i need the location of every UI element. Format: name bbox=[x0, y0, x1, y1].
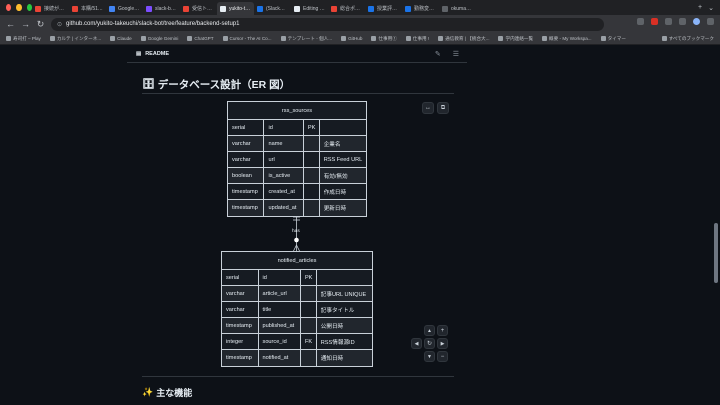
er-table-cell: varchar bbox=[228, 136, 265, 151]
er-table-row: varchar url RSS Feed URL bbox=[228, 152, 366, 168]
er-table-cell: serial bbox=[222, 270, 259, 285]
er-table-cell: timestamp bbox=[222, 350, 259, 366]
er-table-cell: 記事タイトル bbox=[320, 307, 355, 314]
er-table-cell bbox=[317, 270, 372, 285]
er-table-cell bbox=[304, 136, 320, 151]
pan-left-button[interactable]: ◀ bbox=[411, 338, 422, 349]
relation-label: has bbox=[292, 229, 300, 234]
er-table-cell: notified_at bbox=[259, 350, 301, 366]
er-table-cell bbox=[304, 184, 320, 199]
er-table-row: timestamp published_at 公開日時 bbox=[222, 318, 372, 334]
er-table-cell: varchar bbox=[222, 286, 259, 301]
er-table-cell: varchar bbox=[222, 302, 259, 317]
er-table-cell: 通知日時 bbox=[320, 356, 344, 362]
pan-up-button[interactable]: ▲ bbox=[424, 325, 435, 336]
er-table-row: integer source_id FK RSS情報源ID bbox=[222, 334, 372, 350]
er-table-cell: varchar bbox=[228, 152, 265, 167]
er-table-cell: source_id bbox=[259, 334, 301, 349]
er-table-cell: title bbox=[259, 302, 301, 317]
er-table-row: timestamp updated_at 更新日時 bbox=[228, 200, 366, 216]
sparkles-icon: ✨ bbox=[142, 387, 154, 397]
er-table-cell: RSS情報源ID bbox=[320, 339, 355, 346]
er-table-title: notified_articles bbox=[222, 252, 372, 270]
er-table-cell: id bbox=[259, 270, 301, 285]
er-table-cell: 更新日時 bbox=[323, 206, 347, 212]
er-table-row: varchar article_url 記事URL UNIQUE bbox=[222, 286, 372, 302]
er-table-row: varchar name 企業名 bbox=[228, 136, 366, 152]
er-table-cell: published_at bbox=[259, 318, 301, 333]
er-table-cell: PK bbox=[304, 120, 320, 135]
er-table-cell: article_url bbox=[259, 286, 301, 301]
er-table-cell: updated_at bbox=[264, 200, 304, 216]
er-table-cell: 記事URL UNIQUE bbox=[320, 291, 367, 298]
er-table-cell: integer bbox=[222, 334, 259, 349]
zoom-in-icon: + bbox=[440, 327, 445, 334]
er-table-row: serial id PK bbox=[228, 120, 366, 136]
zoom-in-button[interactable]: + bbox=[437, 325, 448, 336]
er-table-cell: timestamp bbox=[228, 200, 265, 216]
er-table-cell bbox=[304, 200, 320, 216]
er-table-cell: 公開日時 bbox=[320, 323, 344, 330]
er-table-cell: created_at bbox=[264, 184, 304, 199]
er-table-cell: boolean bbox=[228, 168, 265, 183]
er-table-title: rss_sources bbox=[228, 102, 366, 120]
er-table-cell bbox=[304, 168, 320, 183]
er-table-cell: is_active bbox=[264, 168, 304, 183]
er-table-row: timestamp created_at 作成日時 bbox=[228, 184, 366, 200]
er-table-cell: 企業名 bbox=[323, 141, 341, 148]
er-table-cell bbox=[301, 302, 317, 317]
zoom-out-icon: − bbox=[440, 353, 445, 360]
er-table-cell bbox=[301, 318, 317, 333]
scrollbar-thumb[interactable] bbox=[714, 223, 718, 283]
er-table-cell: timestamp bbox=[228, 184, 265, 199]
er-table-cell: timestamp bbox=[222, 318, 259, 333]
er-table-cell: RSS Feed URL bbox=[323, 156, 363, 163]
chevron-left-icon: ◀ bbox=[414, 340, 419, 347]
chevron-down-icon: ▼ bbox=[427, 353, 432, 360]
er-table-cell: url bbox=[264, 152, 304, 167]
chevron-right-icon: ▶ bbox=[440, 340, 445, 347]
er-table-notified-articles: notified_articles serial id PK varchar articl… bbox=[221, 251, 373, 367]
er-table-cell bbox=[301, 350, 317, 366]
reset-view-button[interactable]: ↻ bbox=[424, 338, 435, 349]
er-table-row: serial id PK bbox=[222, 270, 372, 286]
er-table-cell bbox=[320, 120, 366, 135]
er-table-cell: id bbox=[264, 120, 304, 135]
er-table-row: varchar title 記事タイトル bbox=[222, 302, 372, 318]
er-table-rss-sources: rss_sources serial id PK varchar name 企業名 varch… bbox=[227, 101, 367, 217]
er-table-cell: name bbox=[264, 136, 304, 151]
er-table-row: timestamp notified_at 通知日時 bbox=[222, 350, 372, 366]
er-table-cell: PK bbox=[301, 270, 317, 285]
er-table-cell: 有効/無効 bbox=[323, 173, 348, 180]
reset-icon: ↻ bbox=[426, 341, 433, 347]
chevron-up-icon: ▲ bbox=[427, 327, 432, 334]
section-heading-text: 主な機能 bbox=[156, 388, 193, 398]
er-table-cell bbox=[304, 152, 320, 167]
er-table-cell: 作成日時 bbox=[323, 189, 347, 196]
pan-right-button[interactable]: ▶ bbox=[437, 338, 448, 349]
er-table-cell: FK bbox=[301, 334, 317, 349]
er-table-cell: serial bbox=[228, 120, 265, 135]
heading-divider bbox=[142, 376, 454, 377]
section-heading-features: ✨ 主な機能 bbox=[142, 386, 192, 399]
er-table-cell bbox=[301, 286, 317, 301]
pan-down-button[interactable]: ▼ bbox=[424, 351, 435, 362]
er-table-row: boolean is_active 有効/無効 bbox=[228, 168, 366, 184]
zoom-out-button[interactable]: − bbox=[437, 351, 448, 362]
